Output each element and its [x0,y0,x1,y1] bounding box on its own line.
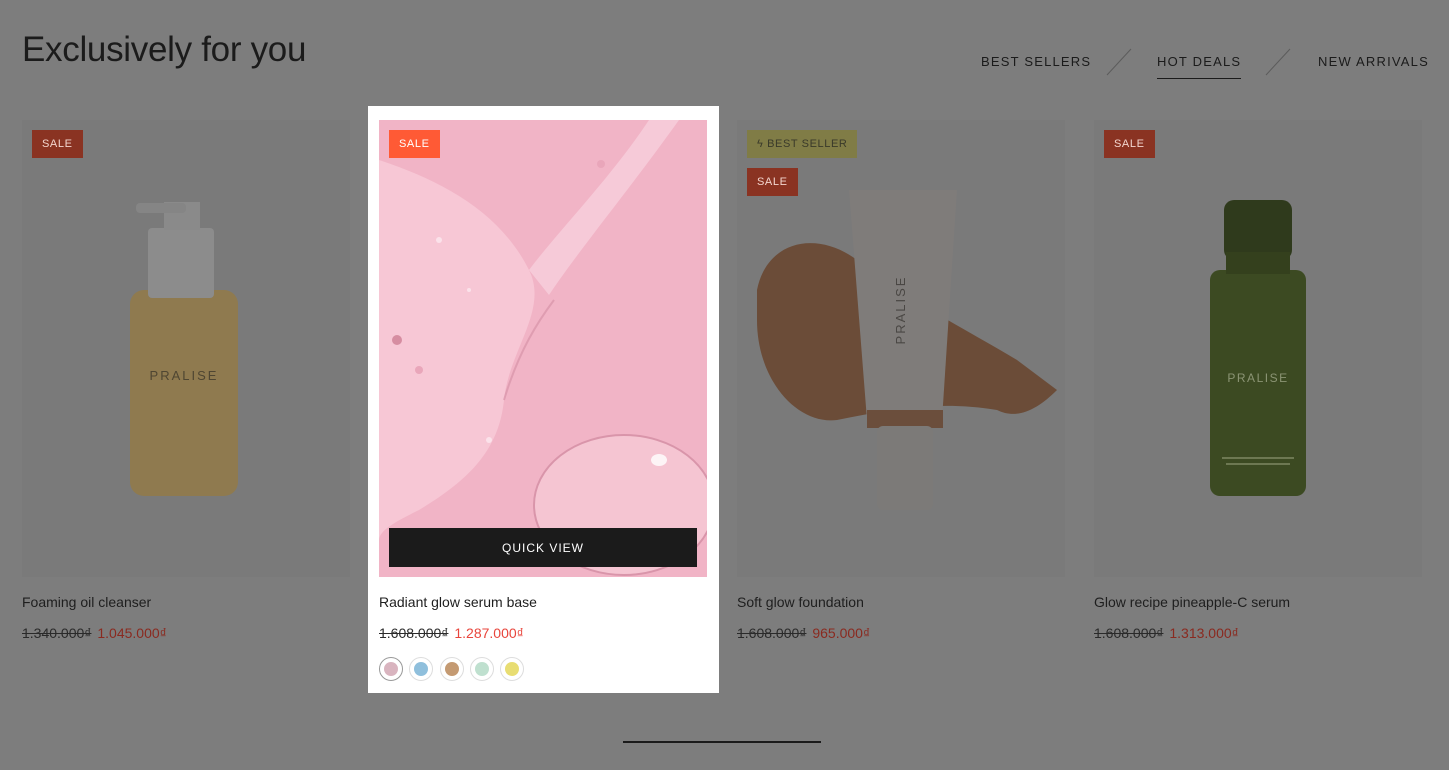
swatch-color [414,662,428,676]
brand-label: PRALISE [893,276,908,345]
tab-divider [1106,48,1132,76]
tab-hot-deals[interactable]: HOT DEALS [1157,54,1242,79]
serum-gel-image [379,120,707,577]
tab-new-arrivals[interactable]: NEW ARRIVALS [1318,54,1429,69]
original-price: 1.608.000₫ [737,625,807,641]
cleanser-bottle-image: PRALISE [130,202,238,496]
sale-price: 1.287.000₫ [454,625,524,641]
tab-divider [1265,48,1291,76]
brand-label: PRALISE [150,368,219,383]
lightning-icon: ϟ [757,138,764,150]
product-image[interactable] [379,120,707,577]
carousel-progress-bar[interactable] [623,741,821,743]
quick-view-button[interactable]: QUICK VIEW [389,528,697,567]
sale-badge: SALE [747,168,798,196]
swatch-mint[interactable] [470,657,494,681]
filter-tabs: BEST SELLERS HOT DEALS NEW ARRIVALS [981,48,1428,79]
sale-price: 965.000₫ [812,625,871,641]
best-seller-label: BEST SELLER [767,138,848,150]
product-name[interactable]: Foaming oil cleanser [22,594,151,610]
page-title: Exclusively for you [22,30,307,69]
sale-badge: SALE [32,130,83,158]
sale-badge: SALE [389,130,440,158]
original-price: 1.340.000₫ [22,625,92,641]
product-price: 1.608.000₫ 965.000₫ [737,625,870,641]
sale-price: 1.045.000₫ [97,625,167,641]
swatch-pink[interactable] [379,657,403,681]
sale-price: 1.313.000₫ [1169,625,1239,641]
product-name[interactable]: Radiant glow serum base [379,594,537,610]
swatch-color [384,662,398,676]
serum-bottle-image: PRALISE [1210,200,1306,496]
product-price: 1.608.000₫ 1.287.000₫ [379,625,524,641]
original-price: 1.608.000₫ [379,625,449,641]
color-swatches [379,657,529,681]
swatch-color [475,662,489,676]
swatch-color [445,662,459,676]
product-image[interactable]: PRALISE [22,120,350,577]
product-image[interactable]: PRALISE [1094,120,1422,577]
sale-badge: SALE [1104,130,1155,158]
swatch-tan[interactable] [440,657,464,681]
swatch-blue[interactable] [409,657,433,681]
product-name[interactable]: Soft glow foundation [737,594,864,610]
brand-label: PRALISE [1227,371,1288,385]
swatch-yellow[interactable] [500,657,524,681]
swatch-color [505,662,519,676]
tab-best-sellers[interactable]: BEST SELLERS [981,54,1091,69]
product-price: 1.340.000₫ 1.045.000₫ [22,625,167,641]
best-seller-badge: ϟ BEST SELLER [747,130,858,158]
original-price: 1.608.000₫ [1094,625,1164,641]
product-price: 1.608.000₫ 1.313.000₫ [1094,625,1239,641]
product-name[interactable]: Glow recipe pineapple-C serum [1094,594,1290,610]
